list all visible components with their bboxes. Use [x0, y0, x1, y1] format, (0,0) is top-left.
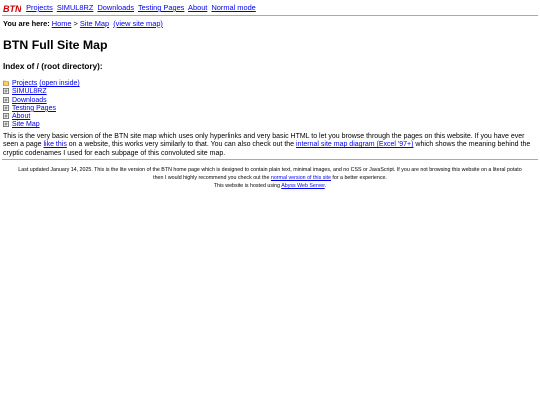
footer-text: . [324, 182, 327, 189]
list-item: Projects (open inside) [3, 80, 540, 88]
file-icon [3, 96, 9, 103]
breadcrumb: You are here: Home > Site Map (view site… [0, 16, 540, 29]
site-map-description: This is the very basic version of the BT… [3, 133, 535, 159]
nav-link-simul8rz[interactable]: SIMUL8RZ [57, 3, 94, 12]
list-item: Testing Pages [3, 105, 540, 113]
file-link-projects[interactable]: Projects [12, 80, 37, 87]
normal-version-link[interactable]: normal version of this site [271, 175, 331, 181]
nav-link-projects[interactable]: Projects [26, 3, 53, 12]
open-inside-link[interactable]: (open inside) [39, 80, 79, 87]
file-link-about[interactable]: About [12, 113, 30, 120]
footer-line-3: This website is hosted using Abyss Web S… [0, 182, 540, 190]
file-icon [3, 88, 9, 95]
bottom-divider [2, 158, 538, 160]
file-icon [3, 113, 9, 120]
file-icon [3, 121, 9, 128]
breadcrumb-prefix: You are here: [3, 19, 50, 28]
folder-icon [3, 80, 9, 86]
footer-text: This website is hosted using [213, 182, 282, 189]
top-nav: BTN Projects SIMUL8RZ Downloads Testing … [0, 0, 540, 15]
file-link-testing-pages[interactable]: Testing Pages [12, 105, 56, 112]
footer-text: for a better experience. [330, 174, 387, 181]
file-list: Projects (open inside) SIMUL8RZ Download… [3, 80, 540, 130]
file-link-simul8rz[interactable]: SIMUL8RZ [12, 88, 47, 95]
list-item: Downloads [3, 97, 540, 105]
nav-link-testing-pages[interactable]: Testing Pages [138, 3, 184, 12]
breadcrumb-separator: > [73, 19, 78, 28]
nav-link-normal-mode[interactable]: Normal mode [211, 3, 255, 12]
file-link-site-map[interactable]: Site Map [12, 121, 40, 128]
like-this-link[interactable]: like this [43, 141, 66, 148]
footer-line-2: then I would highly recommend you check … [0, 174, 540, 182]
list-item: SIMUL8RZ [3, 88, 540, 96]
nav-link-about[interactable]: About [188, 3, 207, 12]
site-map-diagram-link[interactable]: internal site map diagram (Excel '97+) [296, 141, 413, 148]
nav-link-downloads[interactable]: Downloads [97, 3, 134, 12]
breadcrumb-current-link[interactable]: Site Map [80, 19, 109, 28]
page-title: BTN Full Site Map [3, 38, 108, 52]
logo-text: BTN [3, 4, 21, 13]
file-link-downloads[interactable]: Downloads [12, 97, 47, 104]
list-item: Site Map [3, 121, 540, 129]
abyss-web-server-link[interactable]: Abyss Web Server [281, 183, 324, 189]
btn-logo[interactable]: BTN [3, 4, 21, 13]
view-site-map-link[interactable]: (view site map) [113, 19, 163, 28]
footer-text: then I would highly recommend you check … [153, 174, 271, 181]
index-heading: Index of / (root directory): [3, 62, 103, 71]
breadcrumb-home-link[interactable]: Home [52, 19, 72, 28]
footer: Last updated January 14, 2025. This is t… [0, 166, 540, 190]
file-icon [3, 104, 9, 111]
list-item: About [3, 113, 540, 121]
description-text-2: on a website, this works very similarly … [66, 141, 296, 149]
footer-line-1: Last updated January 14, 2025. This is t… [18, 166, 522, 173]
